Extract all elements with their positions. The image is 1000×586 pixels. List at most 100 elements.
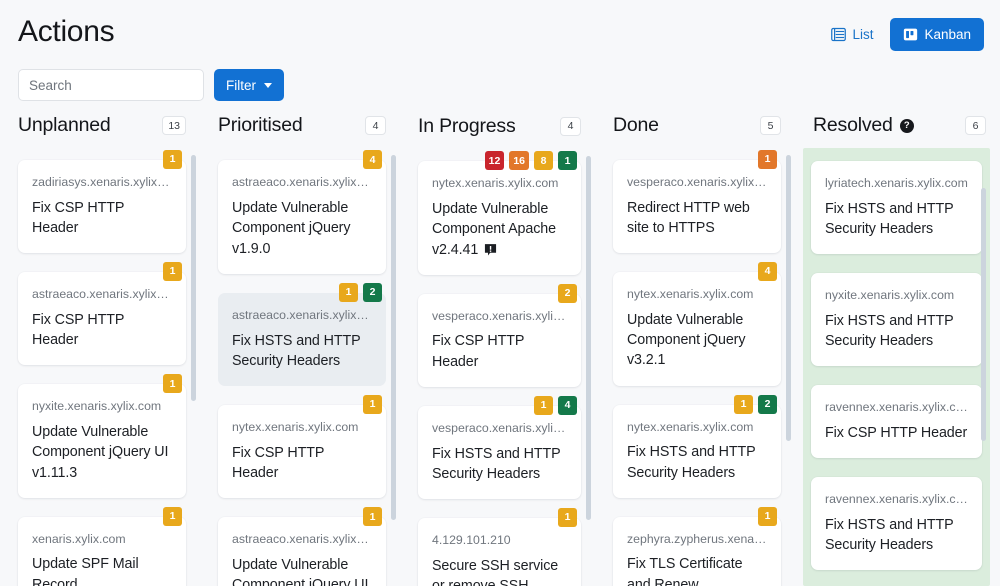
severity-badge: 1 (163, 150, 182, 169)
card[interactable]: nyxite.xenaris.xylix.com Fix HSTS and HTT… (811, 273, 982, 367)
card-title-label: Redirect HTTP web site to HTTPS (627, 199, 750, 236)
filter-button[interactable]: Filter (214, 69, 284, 101)
card-body[interactable]: vesperaco.xenaris.xylix.com Fix CSP HTTP … (418, 293, 581, 388)
severity-badge: 1 (534, 396, 553, 416)
card-host: astraeaco.xenaris.xylix.com (232, 307, 372, 322)
card-badge-group: 1 (363, 507, 382, 527)
card-body[interactable]: astraeaco.xenaris.xylix.com Update Vulner… (218, 517, 386, 586)
card-title-label: Fix CSP HTTP Header (32, 199, 125, 236)
card-title-label: Fix CSP HTTP Header (232, 444, 325, 482)
card[interactable]: 1 nytex.xenaris.xylix.com Fix CSP HTTP Hea… (218, 395, 386, 499)
card-body[interactable]: nytex.xenaris.xylix.com Update Vulnerable… (418, 161, 581, 275)
view-list-button[interactable]: List (824, 18, 880, 51)
card[interactable]: 1 xenaris.xylix.com Update SPF Mail Record (18, 506, 186, 586)
kanban-board: Unplanned 13 1 zadiriasys.xenaris.xylix.com… (0, 110, 1000, 586)
card-body[interactable]: zephyra.zypherus.xenaris.x… Fix TLS Certi… (613, 516, 781, 586)
card[interactable]: ravennex.xenaris.xylix.co… Fix CSP HTTP H… (811, 385, 982, 459)
card[interactable]: 2 vesperaco.xenaris.xylix.com Fix CSP HTTP… (418, 283, 581, 388)
view-kanban-button[interactable]: Kanban (890, 18, 984, 51)
card-body[interactable]: astraeaco.xenaris.xylix.com Fix HSTS and … (218, 292, 386, 387)
card[interactable]: 1 nyxite.xenaris.xylix.com Update Vulnerab… (18, 374, 186, 498)
card-body[interactable]: astraeaco.xenaris.xylix.com Fix CSP HTTP … (18, 272, 186, 366)
card-body[interactable]: xenaris.xylix.com Update SPF Mail Record (18, 516, 186, 586)
card[interactable]: 1 vesperaco.xenaris.xylix.com Redirect HTT… (613, 150, 781, 254)
card-host: ravennex.xenaris.xylix.co… (825, 492, 968, 507)
card-badge-group: 12 (734, 394, 777, 414)
column-scrollbar[interactable] (786, 155, 791, 552)
card-title-label: Fix CSP HTTP Header (32, 311, 125, 349)
card-badge-group: 1 (558, 508, 577, 528)
card[interactable]: 1 astraeaco.xenaris.xylix.com Update Vulne… (218, 507, 386, 586)
column-scrollbar[interactable] (391, 155, 396, 552)
card-title-label: Secure SSH service or remove SSH (432, 557, 559, 586)
scrollbar-thumb[interactable] (981, 187, 986, 442)
card-title: Fix HSTS and HTTP Security Headers (627, 442, 767, 483)
column-scrollbar[interactable] (981, 156, 986, 552)
card-body[interactable]: nyxite.xenaris.xylix.com Update Vulnerabl… (18, 384, 186, 498)
card[interactable]: 1 4.129.101.210 Secure SSH service or remo… (418, 508, 581, 586)
card-body[interactable]: nytex.xenaris.xylix.com Fix CSP HTTP Head… (218, 405, 386, 499)
scrollbar-thumb[interactable] (586, 156, 591, 521)
card-badge-group: 4 (758, 262, 777, 282)
card-body[interactable]: lyriatech.xenaris.xylix.com Fix HSTS and … (811, 160, 982, 255)
card-body[interactable]: nyxite.xenaris.xylix.com Fix HSTS and HTT… (811, 273, 982, 367)
card-body[interactable]: nytex.xenaris.xylix.com Update Vulnerable… (613, 272, 781, 386)
card-body[interactable]: ravennex.xenaris.xylix.co… Fix HSTS and H… (811, 477, 982, 571)
column-title: Prioritised (218, 114, 303, 137)
card[interactable]: 12 16 8 1 nytex.xenaris.xylix.com Update Vuln… (418, 151, 581, 275)
card[interactable]: 4 astraeaco.xenaris.xylix.com Update Vulne… (218, 150, 386, 274)
card-body[interactable]: ravennex.xenaris.xylix.co… Fix CSP HTTP H… (811, 385, 982, 459)
card-body[interactable]: astraeaco.xenaris.xylix.com Update Vulner… (218, 160, 386, 274)
card-host: xenaris.xylix.com (32, 531, 126, 546)
card-host: nytex.xenaris.xylix.com (232, 420, 359, 435)
card-title-label: Fix CSP HTTP Header (825, 424, 968, 441)
card-host: nyxite.xenaris.xylix.com (32, 399, 162, 414)
help-icon[interactable]: ? (899, 118, 914, 133)
chevron-down-icon (264, 82, 272, 88)
card-title-label: Fix HSTS and HTTP Security Headers (432, 445, 561, 482)
severity-badge: 1 (558, 508, 577, 528)
card[interactable]: 1 zadiriasys.xenaris.xylix.com Fix CSP HTT… (18, 150, 186, 254)
scrollbar-thumb[interactable] (191, 155, 196, 402)
severity-badge: 1 (734, 394, 753, 414)
card-title: Secure SSH service or remove SSH (432, 556, 567, 586)
card-badge-group: 1 (163, 150, 182, 169)
card[interactable]: 4 nytex.xenaris.xylix.com Update Vulnerabl… (613, 262, 781, 386)
card-body[interactable]: 4.129.101.210 Secure SSH service or remov… (418, 518, 581, 586)
card-host: nytex.xenaris.xylix.com (432, 176, 559, 191)
scrollbar-thumb[interactable] (391, 155, 396, 521)
severity-badge: 1 (163, 506, 182, 526)
column-title: Resolved? (813, 114, 914, 137)
card[interactable]: lyriatech.xenaris.xylix.com Fix HSTS and … (811, 160, 982, 255)
card-body[interactable]: zadiriasys.xenaris.xylix.com Fix CSP HTTP… (18, 160, 186, 254)
kanban-column-unplanned: Unplanned 13 1 zadiriasys.xenaris.xylix.com… (0, 110, 200, 586)
card-host: lyriatech.xenaris.xylix.com (825, 175, 968, 190)
card-badge-group: 1 (758, 506, 777, 526)
card-body[interactable]: vesperaco.xenaris.xylix.com Redirect HTTP… (613, 160, 781, 254)
card[interactable]: 1 2 nytex.xenaris.xylix.com Fix HSTS and HT… (613, 394, 781, 498)
column-scrollbar[interactable] (191, 155, 196, 552)
scrollbar-thumb[interactable] (786, 155, 791, 441)
card-host: ravennex.xenaris.xylix.co… (825, 400, 968, 415)
column-header: Unplanned 13 (0, 110, 200, 147)
card-host: astraeaco.xenaris.xylix.com (232, 175, 372, 190)
severity-badge: 12 (484, 151, 505, 171)
card-host: nyxite.xenaris.xylix.com (825, 288, 955, 303)
card-body[interactable]: vesperaco.xenaris.xylix.com Fix HSTS and … (418, 406, 581, 500)
search-input[interactable] (18, 69, 204, 101)
card-body[interactable]: nytex.xenaris.xylix.com Fix HSTS and HTTP… (613, 404, 781, 498)
card[interactable]: 1 zephyra.zypherus.xenaris.x… Fix TLS Cert… (613, 506, 781, 586)
card-title-label: Fix HSTS and HTTP Security Headers (825, 312, 954, 349)
column-title-label: Prioritised (218, 114, 303, 137)
card-badge-group: 14 (534, 396, 577, 416)
kanban-column-done: Done 5 1 vesperaco.xenaris.xylix.com Redirec… (595, 110, 795, 586)
card[interactable]: ravennex.xenaris.xylix.co… Fix HSTS and H… (811, 477, 982, 571)
card-title-label: Fix HSTS and HTTP Security Headers (825, 200, 954, 237)
column-scrollbar[interactable] (586, 156, 591, 552)
card[interactable]: 1 2 astraeaco.xenaris.xylix.com Fix HSTS an… (218, 282, 386, 387)
card[interactable]: 14 vesperaco.xenaris.xylix.com Fix HSTS an… (418, 396, 581, 500)
comment-alert-icon[interactable] (484, 243, 497, 257)
view-list-label: List (852, 27, 874, 42)
card[interactable]: 1 astraeaco.xenaris.xylix.com Fix CSP HTTP… (18, 262, 186, 366)
card-title: Fix HSTS and HTTP Security Headers (825, 199, 968, 240)
